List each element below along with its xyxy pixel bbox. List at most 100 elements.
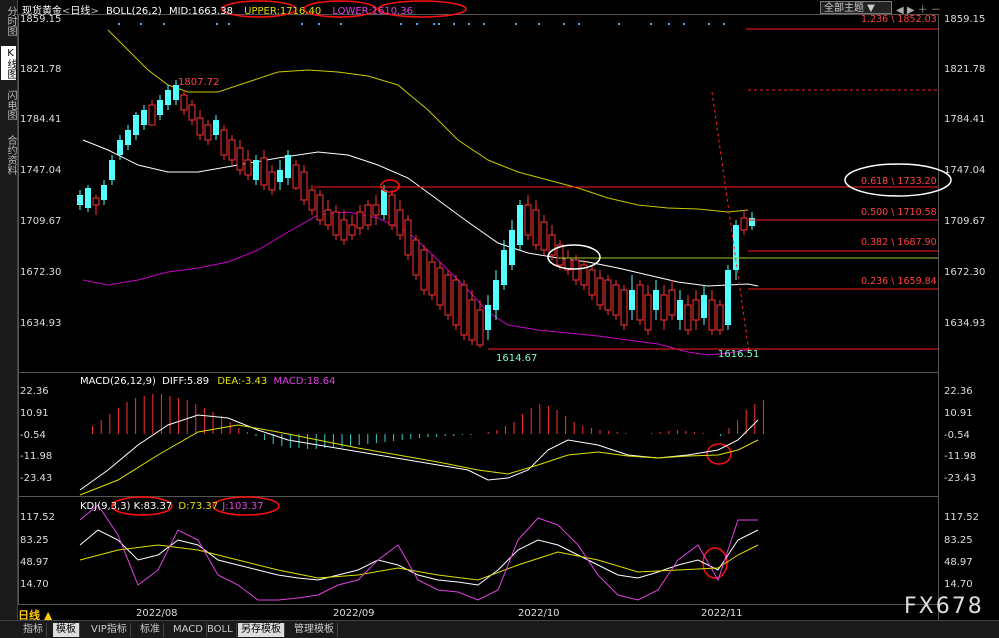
kdj-axis-label-right: 83.25 xyxy=(944,535,973,546)
candle-body-down xyxy=(157,100,163,115)
tab-manage-template[interactable]: 管理模板 xyxy=(291,623,338,637)
candle-body-up xyxy=(308,189,316,211)
tab-contract-info[interactable]: 合约资料 xyxy=(1,132,16,178)
price-axis-label-left: 1672.30 xyxy=(20,267,61,278)
candle-body-down xyxy=(117,140,123,155)
macd-axis-label-left: 10.91 xyxy=(20,408,49,419)
price-axis-label-right: 1634.93 xyxy=(944,318,985,329)
date-axis-label: 2022/11 xyxy=(701,608,743,619)
theme-dropdown[interactable]: 全部主题 ▼ xyxy=(820,1,892,14)
macd-axis-label-left: 22.36 xyxy=(20,386,49,397)
kdj-label: KDJ(9,3,3) xyxy=(80,501,131,512)
kdj-j-line xyxy=(79,504,758,601)
tab-timeshare[interactable]: 分时图 xyxy=(1,4,16,38)
macd-panel-frame xyxy=(18,372,939,497)
tab-lightning[interactable]: 闪电图 xyxy=(1,88,16,122)
event-marker-icon xyxy=(668,23,670,25)
candle-body-down xyxy=(517,205,523,245)
candle-body-up xyxy=(452,279,460,326)
prev-icon[interactable]: ◀ xyxy=(896,5,904,16)
tab-vip-indicators[interactable]: VIP指标 xyxy=(88,623,131,637)
kdj-axis-label-right: 14.70 xyxy=(944,579,973,590)
candle-body-up xyxy=(612,284,620,316)
candle-body-up xyxy=(92,197,100,206)
event-marker-icon xyxy=(453,23,455,25)
candle-body-up xyxy=(244,159,252,176)
macd-header: MACD(26,12,9) DIFF:5.89 DEA:-3.43 MACD:1… xyxy=(80,376,335,387)
fib-level-label: 0.618 \ 1733.20 xyxy=(861,176,937,187)
zoom-out-icon[interactable]: － xyxy=(931,5,941,16)
event-marker-icon xyxy=(228,23,230,25)
candle-body-down xyxy=(501,250,507,285)
candle-body-up xyxy=(260,157,268,186)
event-marker-icon xyxy=(483,23,485,25)
candle-body-down xyxy=(133,115,139,135)
candle-body-down xyxy=(85,188,91,208)
candle-body-up xyxy=(660,294,668,321)
boll-mid: MID:1663.38 xyxy=(168,6,233,17)
candle-body-up xyxy=(740,217,748,231)
event-marker-icon xyxy=(723,23,725,25)
candle-body-up xyxy=(620,289,628,326)
candle-body-up xyxy=(412,239,420,276)
kdj-axis-label-left: 48.97 xyxy=(20,557,49,568)
candle-body-down xyxy=(285,155,291,178)
candle-body-down xyxy=(493,280,499,310)
candle-body-down xyxy=(213,120,219,135)
candle-body-up xyxy=(636,284,644,321)
tab-save-template[interactable]: 另存模板 xyxy=(238,623,285,637)
event-marker-icon xyxy=(216,23,218,25)
candle-body-up xyxy=(420,249,428,291)
kdj-panel-frame xyxy=(18,496,939,605)
candle-body-up xyxy=(220,129,228,156)
instrument-title: 现货黄金<日线> BOLL(26,2) MID:1663.38 UPPER:17… xyxy=(22,6,414,17)
candle-body-up xyxy=(436,267,444,306)
macd-axis-label-right: -23.43 xyxy=(944,473,976,484)
candle-body-up xyxy=(444,274,452,316)
price-axis-label-left: 1821.78 xyxy=(20,64,61,75)
candle-body-up xyxy=(188,104,196,121)
macd-axis-label-right: -11.98 xyxy=(944,451,976,462)
event-marker-icon xyxy=(400,23,402,25)
boll-label: BOLL(26,2) xyxy=(105,6,162,17)
event-marker-icon xyxy=(416,23,418,25)
kline-chart-svg[interactable]: 1859.15 1859.151821.78 1821.781784.41 1784.… xyxy=(18,0,999,620)
tab-indicators[interactable]: 指标 xyxy=(20,623,47,637)
event-marker-icon xyxy=(538,23,540,25)
price-axis-label-left: 1634.93 xyxy=(20,318,61,329)
candle-body-up xyxy=(228,139,236,161)
kdj-axis-label-left: 117.52 xyxy=(20,512,55,523)
candle-body-up xyxy=(588,269,596,296)
macd-dea: DEA:-3.43 xyxy=(217,376,268,387)
fib-level-label: 0.236 \ 1659.84 xyxy=(861,276,937,287)
candle-body-down xyxy=(629,290,635,310)
next-icon[interactable]: ▶ xyxy=(907,5,915,16)
candle-body-up xyxy=(236,147,244,171)
tab-templates[interactable]: 模板 xyxy=(53,623,80,637)
candle-body-up xyxy=(460,284,468,336)
candle-body-down xyxy=(277,170,283,182)
fib-level-label: 0.382 \ 1687.90 xyxy=(861,237,937,248)
candle-body-down xyxy=(109,160,115,180)
window-controls[interactable]: ◀ ▶ ＋ － xyxy=(896,1,941,16)
tab-macd[interactable]: MACD xyxy=(170,623,207,637)
candle-body-up xyxy=(340,219,348,241)
zoom-in-icon[interactable]: ＋ xyxy=(918,5,928,16)
highlight-macd-cross xyxy=(706,443,732,465)
chart-area[interactable]: 1859.15 1859.15 1821.78 1821.78 1784.41 1784.… xyxy=(18,0,999,620)
candle-body-up xyxy=(372,204,380,216)
price-axis-label-right: 1821.78 xyxy=(944,64,985,75)
macd-axis-label-left: -23.43 xyxy=(20,473,52,484)
price-axis-label-right: 1672.30 xyxy=(944,267,985,278)
candle-body-up xyxy=(644,294,652,331)
boll-lower: LOWER:1610.36 xyxy=(332,6,414,17)
tab-kline[interactable]: K线图 xyxy=(1,46,16,80)
macd-axis-label-right: 10.91 xyxy=(944,408,973,419)
candle-body-up xyxy=(540,221,548,251)
event-marker-icon xyxy=(683,23,685,25)
tab-boll[interactable]: BOLL xyxy=(204,623,237,637)
tab-standard[interactable]: 标准 xyxy=(137,623,164,637)
candle-body-down xyxy=(509,230,515,265)
price-axis-label-left: 1709.67 xyxy=(20,216,61,227)
price-axis-label-right: 1859.15 xyxy=(944,14,985,25)
